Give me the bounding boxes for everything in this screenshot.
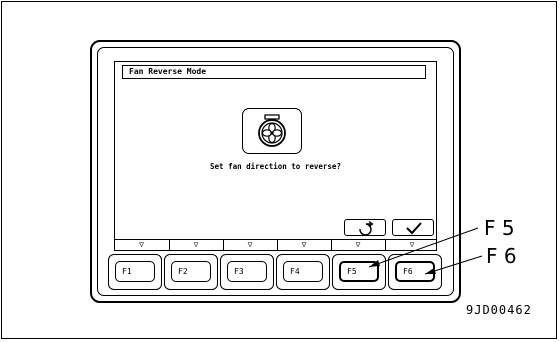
f5-arrowhead: [369, 260, 380, 267]
figure-id: 9JD00462: [466, 303, 532, 317]
callout-leaders: [368, 227, 483, 275]
f5-leader-line: [368, 227, 479, 268]
f6-arrowhead: [425, 268, 436, 274]
callout-f5: F 5: [484, 216, 515, 240]
callout-f6: F 6: [486, 244, 517, 268]
